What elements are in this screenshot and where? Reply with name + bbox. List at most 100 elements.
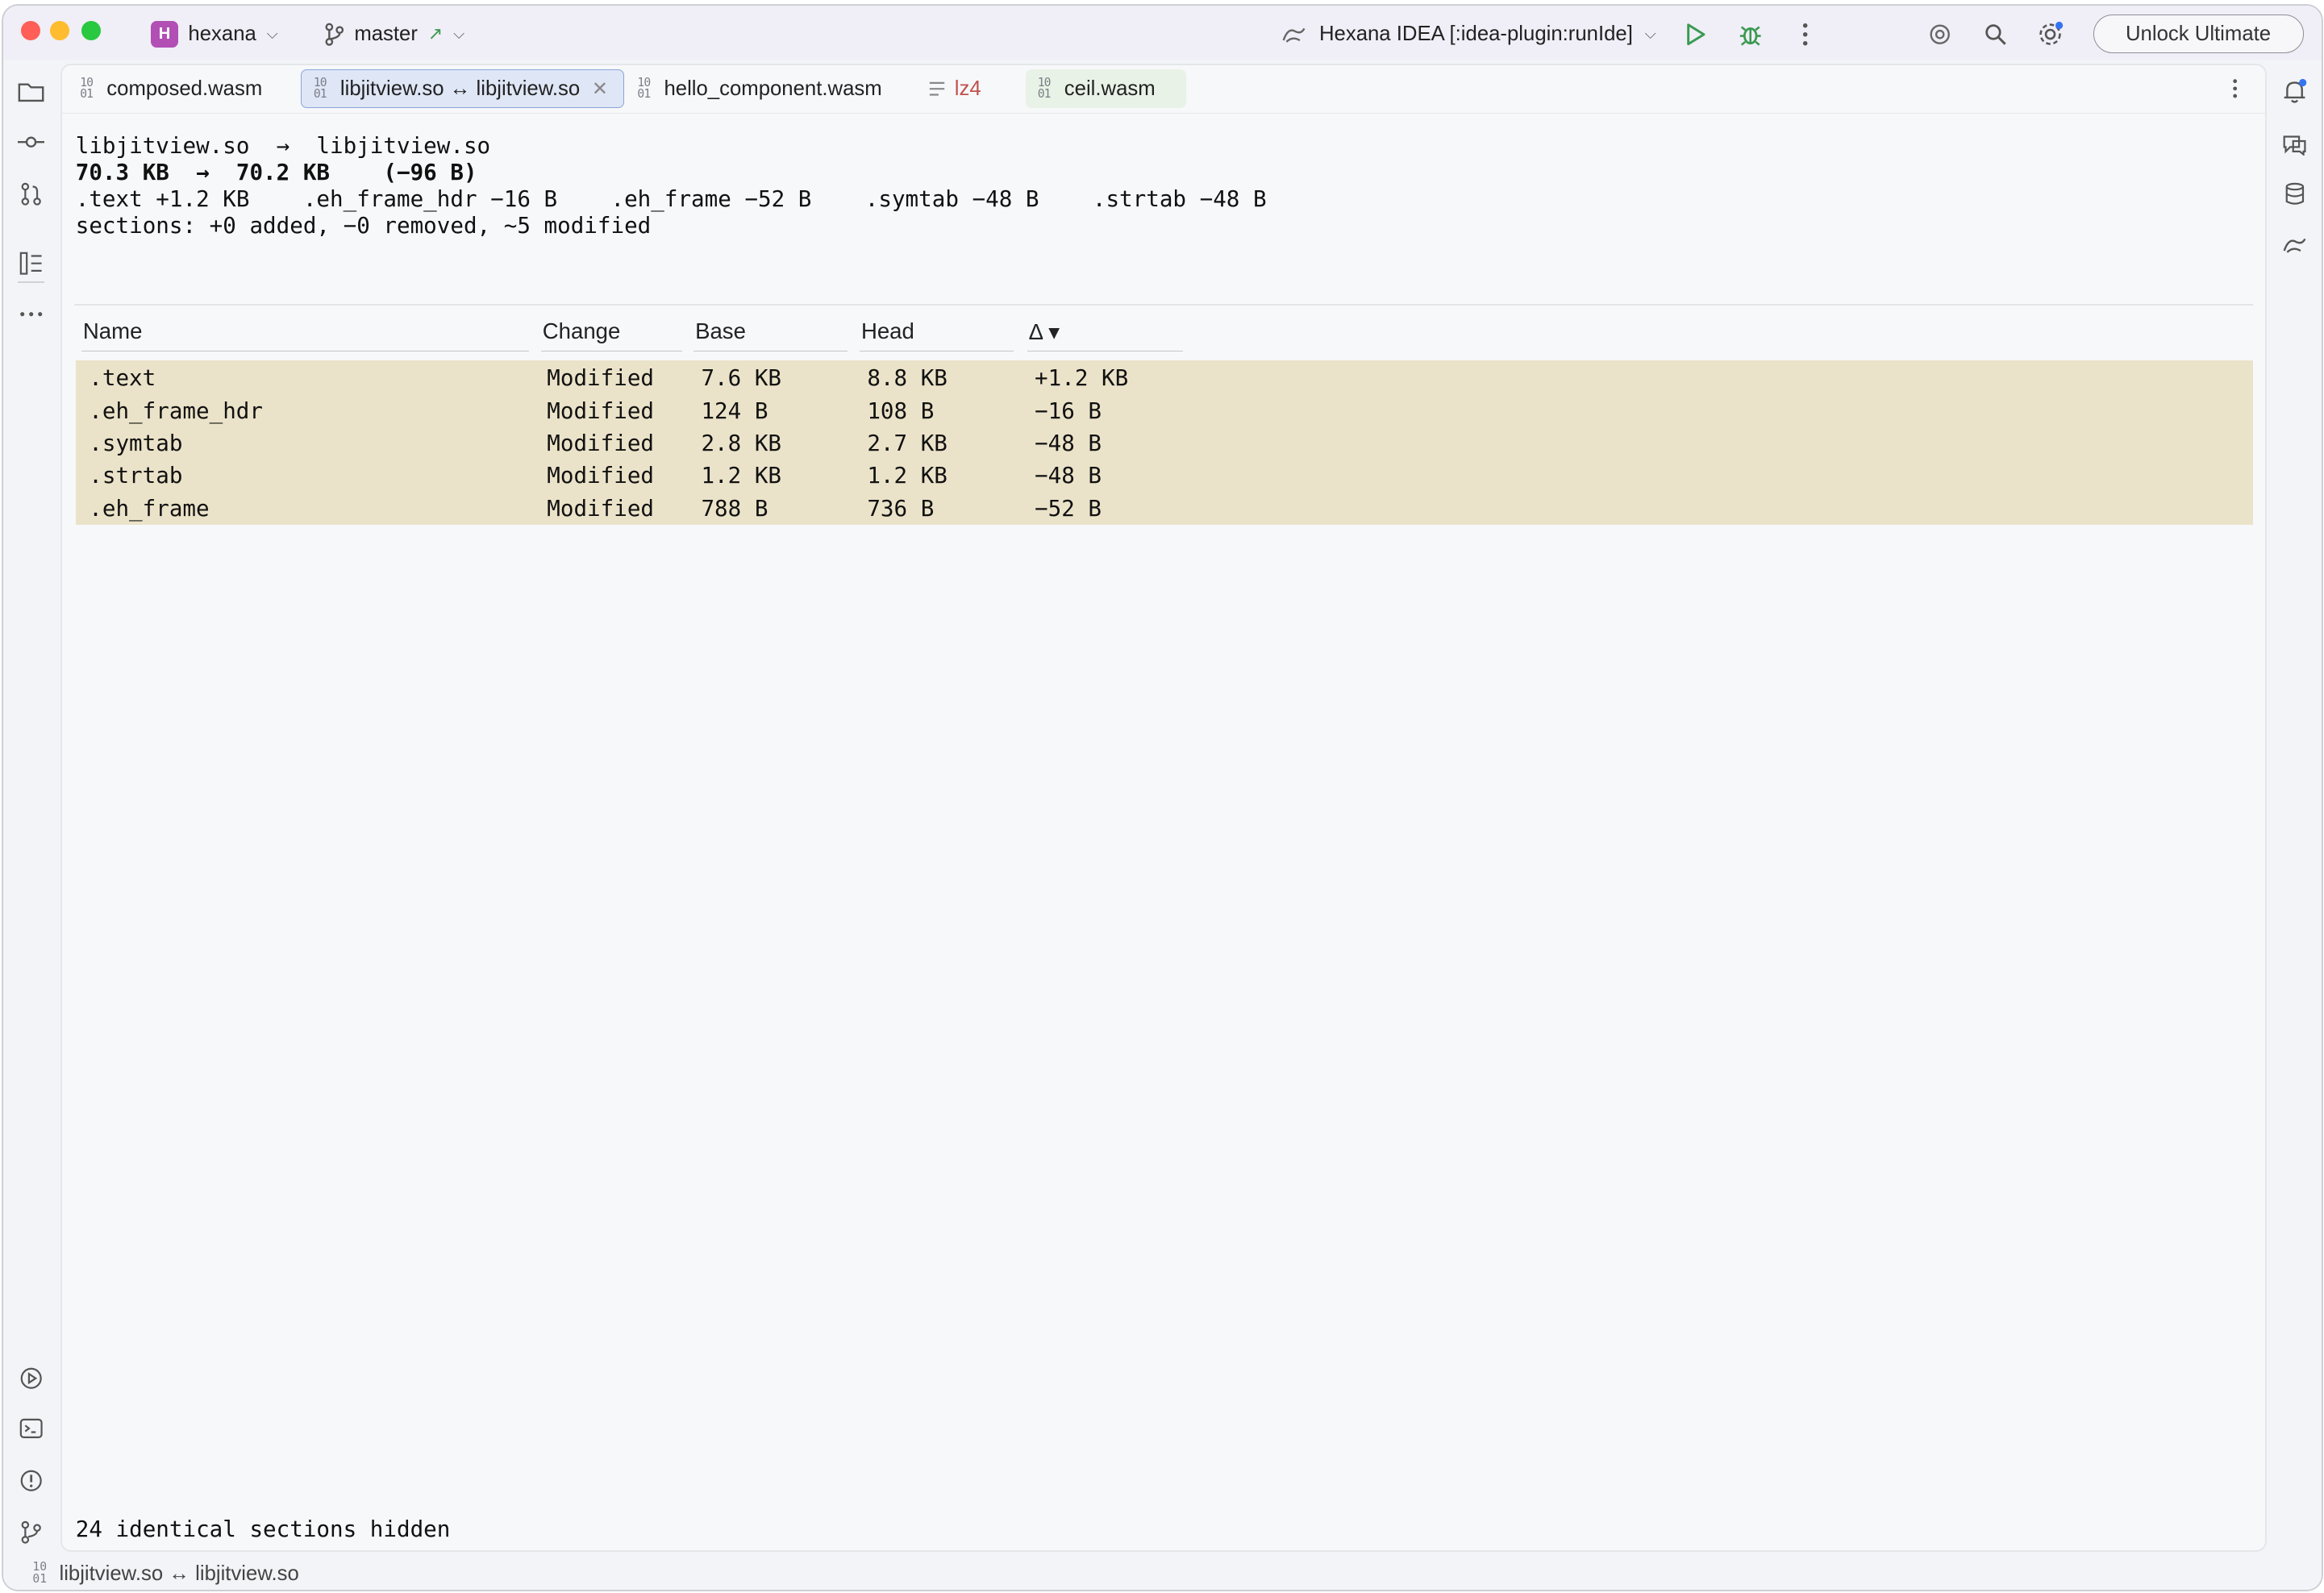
notifications-icon[interactable] [2280,77,2309,107]
ai-assistant-icon[interactable] [1926,19,1955,49]
section-deltas: .text +1.2 KB .eh_frame_hdr −16 B .eh_fr… [75,185,1267,212]
column-header-head[interactable]: Head [860,318,1014,351]
editor-panel: 10 01 composed.wasm 10 01 libjitview.so ↔ … [62,64,2265,1550]
database-icon[interactable] [2280,179,2309,209]
cell-name: .eh_frame_hdr [89,397,263,424]
status-path: libjitview.so ↔ libjitview.so [59,1562,299,1585]
binary-file-icon: 10 01 [637,75,651,102]
minimize-window-button[interactable] [50,20,70,40]
cell-head: 736 B [867,494,935,522]
cell-change: Modified [547,462,655,489]
terminal-icon[interactable] [16,1414,46,1444]
hidden-sections-note: 24 identical sections hidden [75,1516,451,1543]
structure-icon[interactable] [16,249,46,279]
cell-delta: −16 B [1035,397,1102,424]
column-header-base[interactable]: Base [693,318,848,351]
more-horizontal-icon[interactable] [16,299,46,329]
tab-label: libjitview.so ↔ libjitview.so [339,77,581,100]
commit-icon[interactable] [16,127,46,157]
binary-file-icon: 10 01 [1037,75,1052,102]
cell-head: 1.2 KB [867,462,948,489]
ide-root: H hexana ⌵ master ↗ ⌵ Hexana IDEA [:idea… [0,0,2324,1593]
cell-name: .symtab [89,430,183,457]
breadcrumb[interactable]: 10 01 libjitview.so ↔ libjitview.so [32,1562,298,1585]
more-vertical-icon[interactable] [1791,19,1821,49]
cell-change: Modified [547,494,655,522]
run-config-label: Hexana IDEA [:idea-plugin:runIde] [1318,22,1633,45]
cell-name: .eh_frame [89,494,210,522]
git-icon[interactable] [16,1517,46,1547]
cell-delta: +1.2 KB [1035,364,1129,392]
branch-name: master [354,22,418,45]
chevron-down-icon: ⌵ [453,25,465,43]
toolbar-divider [18,281,45,284]
problems-icon[interactable] [16,1466,46,1495]
pull-requests-icon[interactable] [16,179,46,209]
tab-label: composed.wasm [106,77,263,100]
cell-change: Modified [547,430,655,457]
files-summary: libjitview.so → libjitview.so [75,131,491,159]
summary-divider [73,303,2254,306]
debug-icon[interactable] [1736,19,1766,49]
cell-base: 7.6 KB [701,364,782,392]
cell-name: .text [89,364,156,392]
services-icon[interactable] [16,1363,46,1393]
cell-delta: −48 B [1035,430,1102,457]
cell-change: Modified [547,364,655,392]
tab-hello-component-wasm[interactable]: 10 01 hello_component.wasm [626,69,916,108]
tab-options-more-icon[interactable] [2221,74,2251,104]
folder-icon[interactable] [16,77,46,107]
close-window-button[interactable] [20,20,40,40]
column-header-name[interactable]: Name [81,318,530,351]
cell-base: 2.8 KB [701,430,782,457]
run-icon[interactable] [1681,19,1711,49]
push-arrow-icon: ↗ [427,23,444,44]
tab-composed-wasm[interactable]: 10 01 composed.wasm [69,69,294,108]
binary-file-icon: 10 01 [80,75,94,102]
search-icon[interactable] [1980,19,2010,49]
column-header-change[interactable]: Change [540,318,682,351]
project-name: hexana [188,22,256,45]
tab-label: hello_component.wasm [664,77,882,100]
run-config-icon [1281,23,1307,46]
tab-ceil-wasm[interactable]: 10 01 ceil.wasm [1026,69,1186,109]
project-widget[interactable]: H hexana ⌵ [151,19,278,49]
project-badge: H [151,20,178,48]
chevron-down-icon: ⌵ [266,25,278,43]
branch-widget[interactable]: master ↗ ⌵ [323,19,464,49]
cell-delta: −48 B [1035,462,1102,489]
cell-base: 124 B [701,397,768,424]
text-file-icon [928,81,946,96]
gear-icon[interactable] [2035,19,2065,49]
cell-base: 788 B [701,494,768,522]
diff-content: libjitview.so → libjitview.so 70.3 KB → … [62,114,2265,1550]
tab-label: ceil.wasm [1064,77,1156,100]
cell-delta: −52 B [1035,494,1102,522]
binary-file-icon: 10 01 [32,1560,48,1587]
column-header-delta[interactable]: Δ ▾ [1027,318,1183,351]
tab-lz4[interactable]: lz4 [916,69,1020,108]
ide-window: H hexana ⌵ master ↗ ⌵ Hexana IDEA [:idea… [2,6,2322,1591]
cell-head: 108 B [867,397,935,424]
tab-label: lz4 [954,77,981,100]
size-summary: 70.3 KB → 70.2 KB (−96 B) [75,158,477,185]
close-icon[interactable]: ✕ [592,77,608,101]
chevron-down-icon: ⌵ [1644,25,1656,43]
gradle-icon[interactable] [2280,230,2309,260]
right-toolbar [2268,59,2322,1591]
tab-libjitview-diff[interactable]: 10 01 libjitview.so ↔ libjitview.so ✕ [301,69,624,109]
cell-name: .strtab [89,462,183,489]
cell-head: 2.7 KB [867,430,948,457]
status-bar: 10 01 libjitview.so ↔ libjitview.so [2,1556,2322,1591]
unlock-ultimate-button[interactable]: Unlock Ultimate [2093,15,2304,54]
run-config-widget[interactable]: Hexana IDEA [:idea-plugin:runIde] ⌵ [1281,19,1656,49]
cell-head: 8.8 KB [867,364,948,392]
ai-chat-icon[interactable] [2280,129,2309,159]
zoom-window-button[interactable] [81,20,101,40]
cell-change: Modified [547,397,655,424]
modified-rows-highlight [75,360,2254,525]
cell-base: 1.2 KB [701,462,782,489]
branch-icon [323,23,344,46]
binary-file-icon: 10 01 [313,75,327,102]
title-bar: H hexana ⌵ master ↗ ⌵ Hexana IDEA [:idea… [2,6,2322,60]
